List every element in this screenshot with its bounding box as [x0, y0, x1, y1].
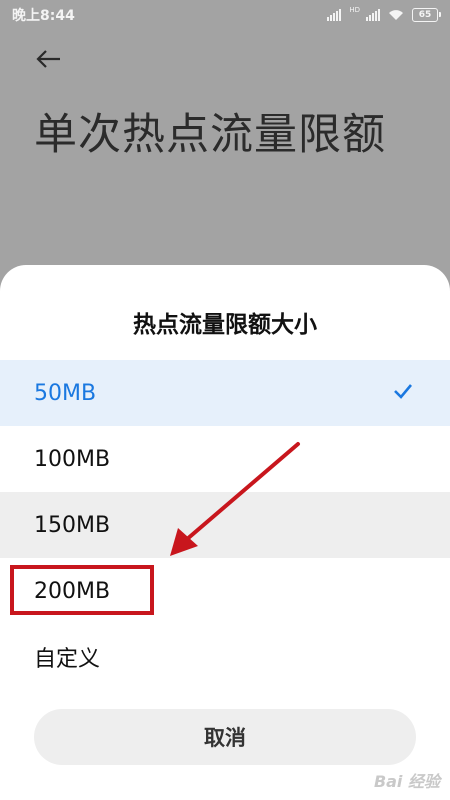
status-time: 晚上8:44 [12, 8, 75, 24]
wifi-icon [389, 10, 403, 20]
annotation-highlight-box [10, 565, 154, 615]
option-100mb[interactable]: 100MB [0, 426, 450, 492]
option-custom[interactable]: 自定义 [0, 624, 450, 690]
back-arrow-icon[interactable] [34, 44, 64, 74]
sheet-title: 热点流量限额大小 [133, 312, 317, 338]
option-label: 100MB [34, 446, 111, 472]
status-icons: HD 65 [327, 6, 441, 22]
battery-icon: 65 [412, 8, 441, 22]
option-150mb[interactable]: 150MB [0, 492, 450, 558]
page-title: 单次热点流量限额 [34, 110, 386, 160]
signal-icon-2 [366, 9, 380, 21]
bottom-sheet: 热点流量限额大小 50MB 100MB 150MB 200MB 自定义 取消 [0, 265, 450, 800]
status-bar: 晚上8:44 HD 65 [0, 0, 450, 30]
option-label: 自定义 [34, 647, 101, 672]
cancel-button[interactable]: 取消 [34, 709, 416, 765]
watermark: Bai 经验 [373, 772, 440, 791]
option-label: 150MB [34, 512, 111, 538]
signal-icon [327, 9, 342, 21]
check-icon [394, 384, 412, 399]
option-50mb[interactable]: 50MB [0, 360, 450, 426]
network-label: HD [349, 6, 360, 14]
option-label: 50MB [34, 380, 97, 406]
